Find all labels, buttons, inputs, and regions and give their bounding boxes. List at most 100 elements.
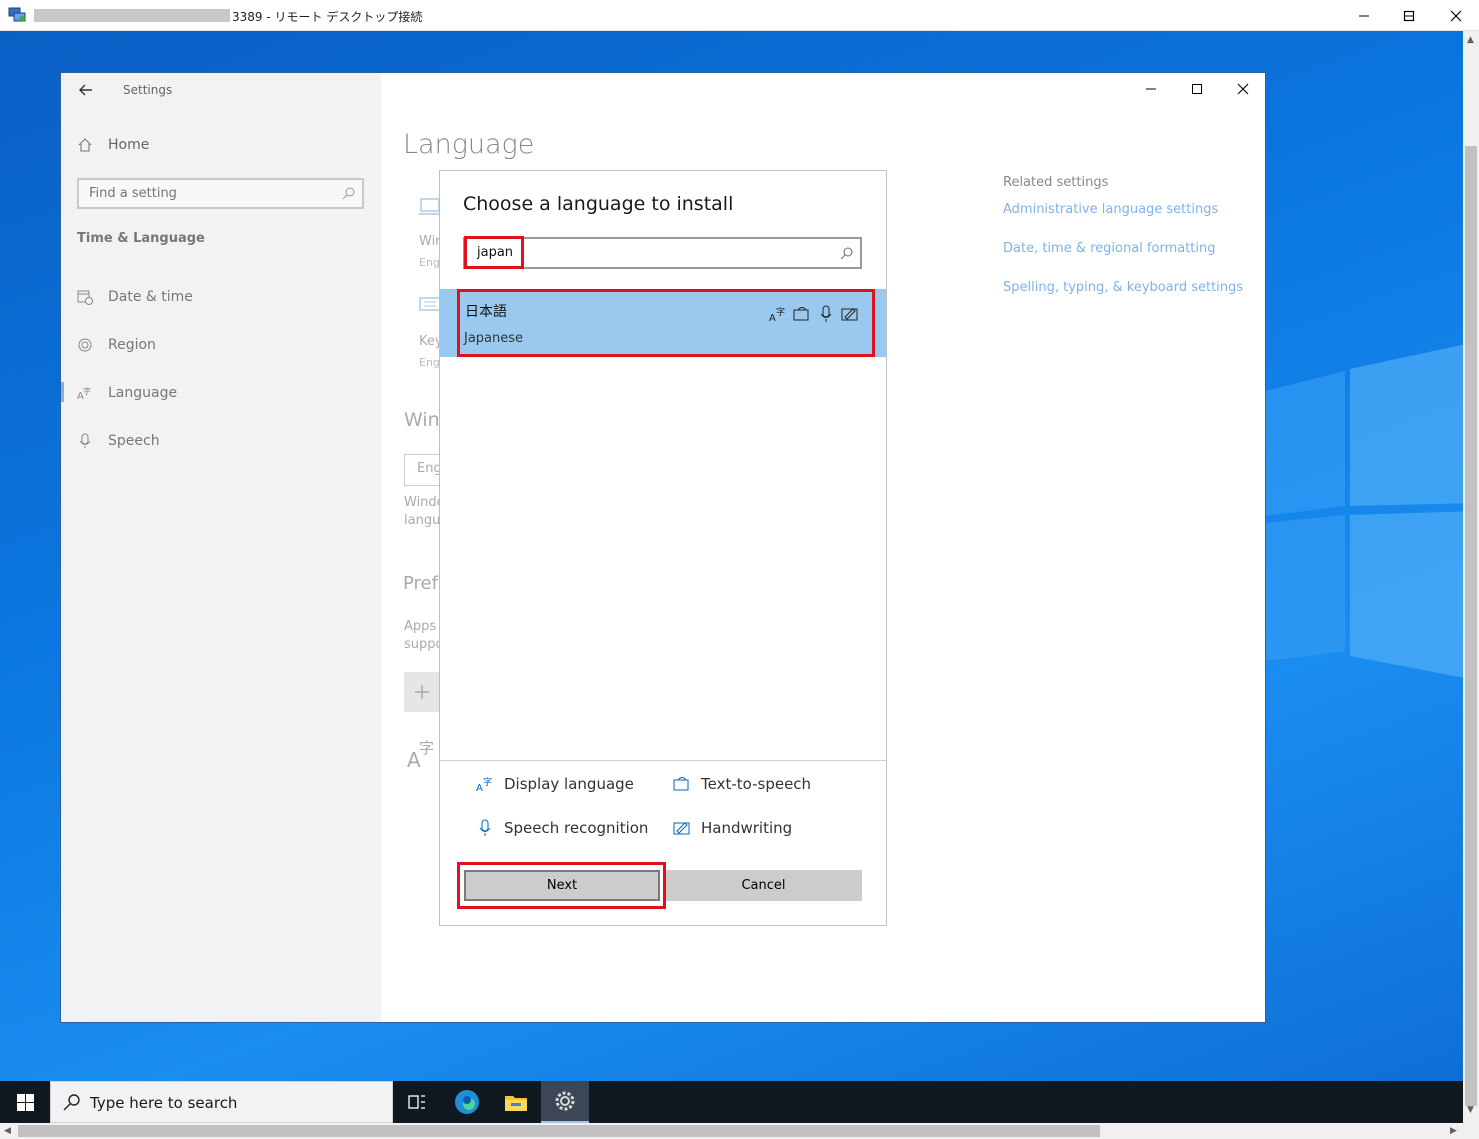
peek-text: Eng	[419, 256, 440, 269]
legend-label: Display language	[504, 775, 634, 793]
settings-close-button[interactable]	[1220, 77, 1266, 101]
link-date-time-regional[interactable]: Date, time & regional formatting	[1003, 241, 1216, 256]
settings-minimize-button[interactable]	[1128, 77, 1174, 101]
svg-text:字: 字	[419, 739, 434, 757]
settings-gear-icon	[555, 1091, 575, 1111]
search-icon	[63, 1094, 80, 1111]
settings-maximize-button[interactable]	[1174, 77, 1220, 101]
taskbar-search-placeholder: Type here to search	[90, 1094, 238, 1112]
svg-text:A: A	[476, 783, 483, 793]
nav-home[interactable]: Home	[77, 137, 149, 153]
legend-label: Text-to-speech	[701, 775, 812, 793]
horizontal-scroll-thumb[interactable]	[18, 1125, 1100, 1137]
dialog-title: Choose a language to install	[463, 193, 734, 215]
nav-item-date-time[interactable]: Date & time	[77, 289, 193, 305]
rdp-titlebar: 3389 - リモート デスクトップ接続	[0, 0, 1479, 31]
highlight-search-input	[464, 236, 524, 269]
file-explorer-button[interactable]	[492, 1081, 540, 1123]
cancel-button[interactable]: Cancel	[665, 870, 862, 901]
find-setting-search[interactable]	[77, 178, 364, 209]
legend-text-to-speech: Text-to-speech	[673, 775, 811, 793]
link-administrative-language[interactable]: Administrative language settings	[1003, 202, 1218, 217]
handwriting-icon	[673, 822, 690, 835]
redacted-host	[34, 9, 230, 22]
related-settings-title: Related settings	[1003, 175, 1109, 190]
legend-speech-recognition: Speech recognition	[476, 819, 648, 837]
minimize-icon	[1146, 88, 1156, 90]
minimize-icon	[1359, 15, 1369, 16]
legend-handwriting: Handwriting	[673, 819, 792, 837]
settings-taskbar-button[interactable]	[541, 1081, 589, 1123]
rdp-maximize-button[interactable]	[1386, 0, 1432, 31]
maximize-icon	[1403, 10, 1415, 21]
horizontal-scrollbar[interactable]: ◀ ▶	[0, 1123, 1463, 1139]
globe-icon	[78, 338, 92, 352]
windows-start-icon	[16, 1093, 34, 1111]
home-icon	[78, 138, 92, 152]
peek-dropdown[interactable]: Eng	[404, 454, 440, 486]
display-language-icon: A字	[476, 776, 492, 793]
nav-item-region[interactable]: Region	[77, 337, 156, 353]
back-arrow-icon[interactable]	[75, 79, 97, 101]
legend-label: Handwriting	[701, 819, 793, 837]
scroll-right-icon[interactable]: ▶	[1450, 1126, 1457, 1136]
find-setting-input[interactable]	[79, 180, 319, 207]
vertical-scrollbar[interactable]: ▲ ▼	[1463, 31, 1479, 1123]
legend-display-language: A字 Display language	[476, 775, 634, 793]
microphone-icon	[79, 433, 91, 448]
nav-item-speech[interactable]: Speech	[77, 433, 160, 449]
keyboard-icon	[419, 297, 441, 311]
highlight-language-row	[457, 289, 875, 357]
calendar-clock-icon	[77, 290, 93, 305]
peek-text: langu	[404, 513, 441, 528]
scroll-corner	[1463, 1123, 1479, 1139]
dialog-divider	[440, 760, 886, 761]
scroll-up-icon[interactable]: ▲	[1467, 35, 1474, 45]
page-title: Language	[403, 129, 535, 160]
section-title: Time & Language	[77, 231, 205, 246]
plus-icon	[415, 685, 429, 699]
nav-item-label: Speech	[108, 433, 160, 449]
task-view-button[interactable]	[393, 1081, 441, 1123]
scroll-down-icon[interactable]: ▼	[1467, 1105, 1474, 1115]
start-button[interactable]	[0, 1081, 50, 1123]
text-to-speech-icon	[673, 777, 689, 791]
nav-home-label: Home	[108, 137, 150, 153]
nav-item-language[interactable]: A字 Language	[77, 385, 177, 401]
highlight-next-button	[457, 862, 666, 909]
app-title: Settings	[123, 83, 173, 97]
edge-icon	[455, 1090, 479, 1114]
vertical-scroll-thumb[interactable]	[1465, 146, 1477, 1106]
speech-recognition-icon	[479, 819, 491, 836]
nav-item-label: Date & time	[108, 289, 193, 305]
edge-button[interactable]	[443, 1081, 491, 1123]
close-icon	[1237, 83, 1249, 95]
add-language-button[interactable]	[404, 672, 440, 712]
link-spelling-typing-keyboard[interactable]: Spelling, typing, & keyboard settings	[1003, 280, 1243, 295]
rdp-minimize-button-2[interactable]	[1341, 0, 1387, 31]
nav-item-label: Language	[108, 385, 178, 401]
maximize-icon	[1192, 84, 1202, 94]
rdp-window-title: 3389 - リモート デスクトップ接続	[232, 10, 423, 24]
remote-desktop-icon	[8, 7, 26, 22]
taskbar-search-box[interactable]: Type here to search	[50, 1081, 393, 1123]
language-large-icon: A字	[407, 739, 434, 771]
nav-item-label: Region	[108, 337, 156, 353]
peek-text: Eng	[419, 356, 440, 369]
scroll-left-icon[interactable]: ◀	[4, 1126, 11, 1136]
task-view-icon	[408, 1095, 425, 1109]
rdp-close-button[interactable]	[1433, 0, 1479, 31]
language-icon: A字	[77, 386, 91, 401]
svg-text:字: 字	[83, 386, 91, 396]
peek-text: Apps	[404, 619, 437, 634]
settings-nav-pane: Settings Home Time & Language Date & tim…	[61, 73, 381, 1022]
taskbar: Type here to search	[0, 1081, 1463, 1123]
nav-selection-indicator	[61, 382, 64, 402]
search-icon	[342, 187, 355, 200]
file-explorer-icon	[505, 1096, 527, 1111]
search-icon	[840, 247, 853, 260]
close-icon	[1450, 10, 1462, 21]
peek-text: suppo	[404, 637, 444, 652]
choose-language-dialog: Choose a language to install japan 日本語 J…	[439, 170, 887, 926]
legend-label: Speech recognition	[504, 819, 649, 837]
